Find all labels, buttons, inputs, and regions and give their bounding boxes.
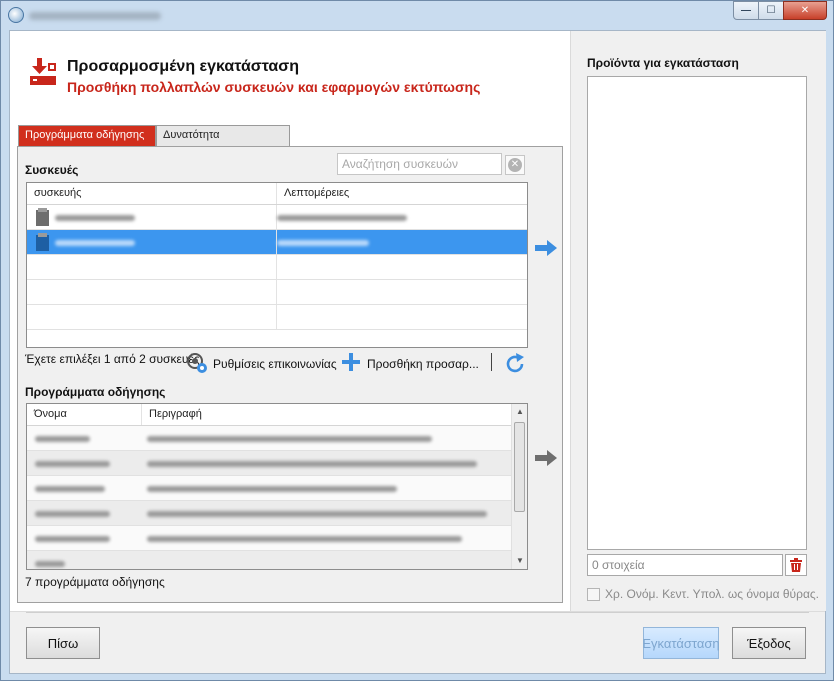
tab-drivers[interactable]: Προγράμματα οδήγησης: [18, 125, 156, 146]
driver-name-redacted: [35, 486, 105, 492]
products-title: Προϊόντα για εγκατάσταση: [587, 56, 739, 70]
device-details-redacted: [277, 215, 407, 221]
dialog-footer: Πίσω Εγκατάσταση Έξοδος: [10, 611, 825, 673]
footer-divider: [26, 612, 809, 613]
driver-description-redacted: [147, 536, 462, 542]
device-row[interactable]: [27, 205, 527, 230]
close-button[interactable]: ✕: [783, 1, 827, 20]
left-panel: Προσαρμοσμένη εγκατάσταση Προσθήκη πολλα…: [10, 31, 570, 611]
communication-settings-link[interactable]: Ρυθμίσεις επικοινωνίας: [213, 357, 337, 371]
driver-description-redacted: [147, 436, 432, 442]
column-header-name[interactable]: Όνομα: [27, 404, 142, 425]
device-search-input[interactable]: Αναζήτηση συσκευών: [337, 153, 502, 175]
window-title-redacted: [29, 12, 161, 20]
column-header-device[interactable]: συσκευής: [27, 183, 277, 204]
driver-row[interactable]: [27, 526, 527, 551]
scroll-up-arrow-icon[interactable]: ▲: [512, 404, 527, 420]
clear-products-button[interactable]: [785, 554, 807, 576]
driver-name-redacted: [35, 436, 90, 442]
refresh-icon[interactable]: [504, 353, 526, 375]
window-controls: — ☐ ✕: [733, 1, 827, 20]
empty-row: [27, 255, 527, 280]
devices-section-label: Συσκευές: [25, 163, 79, 177]
installer-window: — ☐ ✕ Προσαρμοσμένη εγκατάσταση Προσθήκη…: [0, 0, 834, 681]
download-to-printer-icon: [30, 58, 56, 85]
driver-name-redacted: [35, 461, 110, 467]
tab-capability[interactable]: Δυνατότητα: [156, 125, 290, 146]
install-button[interactable]: Εγκατάσταση: [642, 627, 720, 659]
dialog-client-area: Προσαρμοσμένη εγκατάσταση Προσθήκη πολλα…: [9, 30, 826, 674]
products-list[interactable]: [587, 76, 807, 550]
add-custom-link[interactable]: Προσθήκη προσαρ...: [367, 357, 479, 371]
back-button[interactable]: Πίσω: [26, 627, 100, 659]
column-header-details[interactable]: Λεπτομέρειες: [277, 183, 527, 204]
communication-settings-icon[interactable]: [185, 351, 209, 375]
clear-icon: ✕: [508, 158, 522, 172]
app-icon: [8, 7, 24, 23]
use-hostname-option[interactable]: Χρ. Ονόμ. Κεντ. Υπολ. ως όνομα θύρας.: [587, 587, 819, 601]
minimize-button[interactable]: —: [733, 1, 759, 20]
use-hostname-checkbox[interactable]: [587, 587, 600, 601]
printer-icon: [36, 208, 49, 226]
page-title: Προσαρμοσμένη εγκατάσταση: [67, 58, 299, 75]
add-custom-plus-icon[interactable]: [341, 352, 361, 372]
device-name-redacted: [55, 240, 135, 246]
driver-row[interactable]: [27, 551, 527, 569]
maximize-button[interactable]: ☐: [758, 1, 784, 20]
printer-icon: [36, 233, 49, 251]
search-clear-button[interactable]: ✕: [505, 155, 525, 175]
use-hostname-label: Χρ. Ονόμ. Κεντ. Υπολ. ως όνομα θύρας.: [605, 587, 819, 601]
add-device-arrow-icon[interactable]: [535, 240, 557, 256]
selection-status: Έχετε επιλέξει 1 από 2 συσκευές: [25, 352, 200, 366]
devices-grid-header: συσκευής Λεπτομέρειες: [27, 183, 527, 205]
driver-name-redacted: [35, 536, 110, 542]
exit-button[interactable]: Έξοδος: [732, 627, 806, 659]
drivers-grid[interactable]: Όνομα Περιγραφή ▲ ▼: [26, 403, 528, 570]
drivers-scrollbar[interactable]: ▲ ▼: [511, 404, 527, 569]
page-subtitle: Προσθήκη πολλαπλών συσκευών και εφαρμογώ…: [67, 79, 481, 95]
device-name-redacted: [55, 215, 135, 221]
add-driver-arrow-icon[interactable]: [535, 450, 557, 466]
tab-panel-drivers: Συσκευές Αναζήτηση συσκευών ✕ συσκευής Λ…: [17, 146, 563, 603]
driver-description-redacted: [147, 461, 477, 467]
column-header-description[interactable]: Περιγραφή: [142, 404, 512, 425]
devices-grid[interactable]: συσκευής Λεπτομέρειες: [26, 182, 528, 348]
trash-icon: [790, 558, 802, 572]
device-details-redacted: [277, 240, 369, 246]
driver-row[interactable]: [27, 451, 527, 476]
title-bar[interactable]: — ☐ ✕: [1, 1, 833, 29]
driver-description-redacted: [147, 511, 487, 517]
scroll-thumb[interactable]: [514, 422, 525, 512]
drivers-grid-header: Όνομα Περιγραφή: [27, 404, 527, 426]
toolbar-separator: [491, 353, 492, 371]
driver-description-redacted: [147, 486, 397, 492]
empty-row: [27, 305, 527, 330]
device-row-selected[interactable]: [27, 230, 527, 255]
drivers-section-label: Προγράμματα οδήγησης: [25, 385, 166, 399]
driver-row[interactable]: [27, 426, 527, 451]
tab-strip: Προγράμματα οδήγησης Δυνατότητα: [18, 125, 290, 146]
driver-row[interactable]: [27, 476, 527, 501]
driver-name-redacted: [35, 561, 65, 567]
scroll-down-arrow-icon[interactable]: ▼: [512, 553, 527, 569]
right-panel: Προϊόντα για εγκατάσταση 0 στοιχεία Χρ. …: [570, 31, 826, 611]
products-count-field: 0 στοιχεία: [587, 554, 783, 576]
empty-row: [27, 280, 527, 305]
drivers-count: 7 προγράμματα οδήγησης: [25, 575, 165, 589]
driver-row[interactable]: [27, 501, 527, 526]
driver-name-redacted: [35, 511, 110, 517]
